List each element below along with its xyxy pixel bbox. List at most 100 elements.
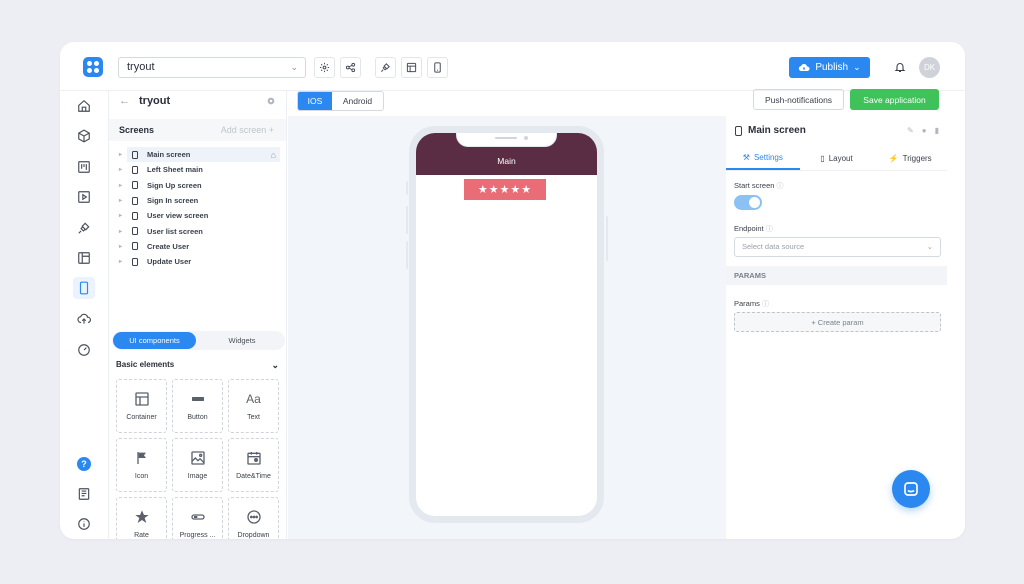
endpoint-select[interactable]: Select data source ⌄	[734, 237, 941, 257]
bell-icon[interactable]	[894, 61, 906, 73]
settings-gear-button[interactable]	[314, 57, 335, 78]
info-icon	[78, 518, 90, 530]
trash-icon[interactable]: ▮	[935, 126, 939, 135]
element-dropdown[interactable]: Dropdown	[228, 497, 279, 539]
chevron-down-icon: ⌄	[271, 360, 279, 370]
os-toggle: IOS Android	[297, 91, 384, 111]
caret-right-icon[interactable]: ▸	[119, 258, 122, 265]
screen-item[interactable]: ▸ Sign Up screen	[109, 178, 286, 193]
phone-notch	[456, 133, 557, 147]
rail-layout[interactable]	[73, 247, 95, 269]
save-application-button[interactable]: Save application	[850, 89, 939, 110]
phone-icon	[132, 211, 138, 220]
element-rate[interactable]: Rate	[116, 497, 167, 539]
phone-preview[interactable]: Main ★★★★★	[409, 126, 604, 523]
rail-plugins[interactable]	[73, 217, 95, 239]
cloud-upload-icon	[77, 313, 91, 324]
element-label: Progress ...	[179, 532, 216, 539]
property-tabs: ⚒ Settings ▯ Layout ⚡ Triggers	[726, 147, 947, 171]
rail-board[interactable]	[73, 156, 95, 178]
create-param-button[interactable]: + Create param	[734, 312, 941, 332]
phone-icon	[132, 257, 138, 266]
back-arrow-icon[interactable]: ←	[119, 95, 130, 107]
start-screen-toggle[interactable]	[734, 195, 762, 210]
caret-right-icon[interactable]: ▸	[119, 212, 122, 219]
push-notifications-button[interactable]: Push-notifications	[753, 89, 844, 110]
phone-side-button	[406, 241, 408, 269]
rail-dashboard[interactable]	[73, 339, 95, 361]
screen-tree: ▸ Main screen ⌂ ▸ Left Sheet main ▸ Sign Up …	[109, 147, 286, 269]
component-tabs: UI components Widgets	[112, 331, 285, 350]
screen-item-label: Left Sheet main	[147, 165, 203, 175]
rail-media[interactable]	[73, 186, 95, 208]
tab-settings[interactable]: ⚒ Settings	[726, 147, 800, 170]
chat-launcher-button[interactable]	[892, 470, 930, 508]
screen-item-label: Sign In screen	[147, 196, 199, 206]
element-datetime[interactable]: Date&Time	[228, 438, 279, 492]
element-icon[interactable]: Icon	[116, 438, 167, 492]
add-screen-button[interactable]: Add screen +	[221, 125, 274, 135]
gear-icon[interactable]	[266, 96, 276, 106]
tab-layout[interactable]: ▯ Layout	[800, 147, 874, 170]
phone-icon	[132, 150, 138, 159]
phone-icon	[79, 281, 89, 295]
rail-models[interactable]	[73, 125, 95, 147]
element-progress[interactable]: Progress ...	[172, 497, 223, 539]
screen-item[interactable]: ▸ User view screen	[109, 208, 286, 223]
rail-info[interactable]	[73, 513, 95, 535]
os-android-button[interactable]: Android	[332, 92, 383, 110]
plug-icon	[381, 63, 390, 72]
element-container[interactable]: Container	[116, 379, 167, 433]
rating-widget[interactable]: ★★★★★	[464, 179, 546, 200]
caret-right-icon[interactable]: ▸	[119, 182, 122, 189]
caret-right-icon[interactable]: ▸	[119, 243, 122, 250]
edit-icon[interactable]: ✎	[907, 126, 914, 135]
rail-screens[interactable]	[73, 277, 95, 299]
caret-right-icon[interactable]: ▸	[119, 166, 122, 173]
phone-side-button	[406, 181, 408, 195]
select-placeholder: Select data source	[742, 242, 805, 251]
rail-home[interactable]	[73, 95, 95, 117]
rail-deploy[interactable]	[73, 308, 95, 330]
screen-item[interactable]: ▸ User list screen	[109, 223, 286, 238]
basic-elements-header[interactable]: Basic elements ⌄	[116, 360, 279, 374]
help-icon[interactable]: ●	[922, 126, 927, 135]
left-rail: ?	[60, 91, 109, 539]
rail-help[interactable]: ?	[73, 453, 95, 475]
tab-triggers[interactable]: ⚡ Triggers	[873, 147, 947, 170]
publish-button[interactable]: Publish ⌄	[789, 57, 870, 78]
phone-icon	[132, 227, 138, 236]
element-text[interactable]: Aa Text	[228, 379, 279, 433]
screen-item[interactable]: ▸ Left Sheet main	[109, 162, 286, 177]
image-icon	[190, 451, 205, 465]
layout-button[interactable]	[401, 57, 422, 78]
rail-docs[interactable]	[73, 483, 95, 505]
project-select[interactable]: tryout ⌄	[118, 57, 306, 78]
caret-right-icon[interactable]: ▸	[119, 228, 122, 235]
screen-item[interactable]: ▸ Update User	[109, 254, 286, 269]
screen-item[interactable]: ▸ Create User	[109, 239, 286, 254]
os-ios-button[interactable]: IOS	[298, 92, 332, 110]
screen-item[interactable]: ▸ Sign In screen	[109, 193, 286, 208]
phone-icon: ▯	[820, 154, 825, 163]
app-logo-icon[interactable]	[83, 57, 103, 77]
plugins-button[interactable]	[375, 57, 396, 78]
element-button[interactable]: Button	[172, 379, 223, 433]
share-button[interactable]	[340, 57, 361, 78]
properties-panel: Push-notifications Save application Main…	[726, 89, 965, 539]
tab-ui-components[interactable]: UI components	[113, 332, 196, 349]
top-bar: tryout ⌄ Publish ⌄ DK	[60, 42, 965, 91]
info-icon: ⓘ	[776, 183, 784, 190]
button-icon	[191, 397, 204, 401]
play-icon	[78, 191, 90, 203]
element-image[interactable]: Image	[172, 438, 223, 492]
caret-right-icon[interactable]: ▸	[119, 151, 122, 158]
screen-item[interactable]: ▸ Main screen ⌂	[119, 147, 280, 163]
tab-widgets[interactable]: Widgets	[200, 332, 284, 349]
caret-right-icon[interactable]: ▸	[119, 197, 122, 204]
tab-label: Settings	[753, 153, 783, 162]
mobile-preview-button[interactable]	[427, 57, 448, 78]
avatar[interactable]: DK	[919, 57, 940, 78]
tab-label: Triggers	[902, 154, 932, 163]
element-label: Image	[187, 473, 208, 480]
